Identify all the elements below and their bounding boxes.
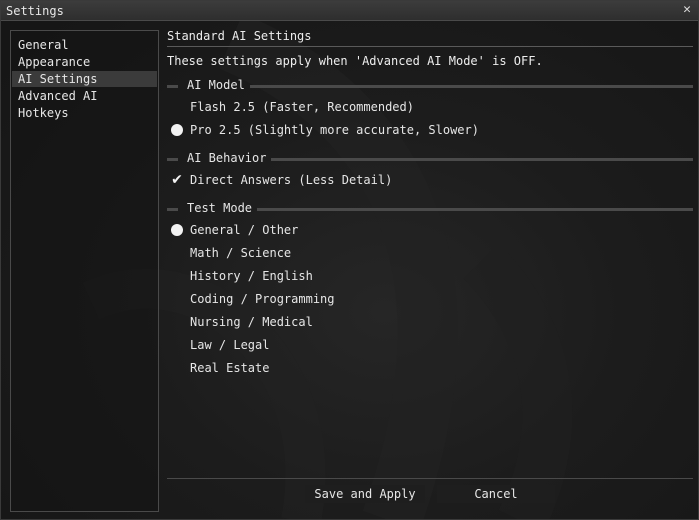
settings-description: These settings apply when 'Advanced AI M… <box>167 54 543 68</box>
sidebar-item-ai-settings[interactable]: AI Settings <box>12 71 157 87</box>
radio-option-label: History / English <box>190 269 313 283</box>
radio-option-label: Real Estate <box>190 361 270 375</box>
sidebar-item-general[interactable]: General <box>12 37 157 53</box>
settings-content: Standard AI Settings These settings appl… <box>167 27 693 513</box>
radio-selected-icon <box>171 224 183 236</box>
save-and-apply-button[interactable]: Save and Apply <box>305 485 425 503</box>
footer-divider <box>167 478 693 479</box>
group-divider-right <box>257 208 693 211</box>
close-icon[interactable]: ✕ <box>680 3 694 17</box>
radio-option-label: Pro 2.5 (Slightly more accurate, Slower) <box>190 123 479 137</box>
sidebar-item-appearance[interactable]: Appearance <box>12 54 157 70</box>
settings-window: Settings ✕ General Appearance AI Setting… <box>0 0 699 520</box>
title-bar[interactable]: Settings ✕ <box>1 1 698 21</box>
checkmark-icon: ✔ <box>171 172 183 188</box>
group-divider-left <box>167 158 178 161</box>
group-header-test-mode: Test Mode <box>167 201 693 215</box>
title-divider <box>167 46 693 47</box>
settings-sidebar: General Appearance AI Settings Advanced … <box>10 30 159 512</box>
group-label-test-mode: Test Mode <box>187 201 253 215</box>
page-title: Standard AI Settings <box>167 29 312 43</box>
group-label-ai-model: AI Model <box>187 78 245 92</box>
radio-option-label: Coding / Programming <box>190 292 335 306</box>
radio-option-label: Math / Science <box>190 246 292 260</box>
group-divider-left <box>167 85 178 88</box>
sidebar-item-hotkeys[interactable]: Hotkeys <box>12 105 157 121</box>
group-header-ai-behavior: AI Behavior <box>167 151 693 165</box>
radio-option-label: General / Other <box>190 223 299 237</box>
group-header-ai-model: AI Model <box>167 78 693 92</box>
radio-option-label: Law / Legal <box>190 338 270 352</box>
sidebar-item-advanced-ai[interactable]: Advanced AI <box>12 88 157 104</box>
radio-selected-icon <box>171 124 183 136</box>
radio-option-label: Flash 2.5 (Faster, Recommended) <box>190 100 414 114</box>
group-divider-right <box>271 158 693 161</box>
checkbox-label: Direct Answers (Less Detail) <box>190 173 393 187</box>
group-divider-left <box>167 208 178 211</box>
radio-option-label: Nursing / Medical <box>190 315 313 329</box>
group-label-ai-behavior: AI Behavior <box>187 151 267 165</box>
cancel-button[interactable]: Cancel <box>437 485 555 503</box>
group-divider-right <box>250 85 693 88</box>
window-title: Settings <box>6 4 64 18</box>
